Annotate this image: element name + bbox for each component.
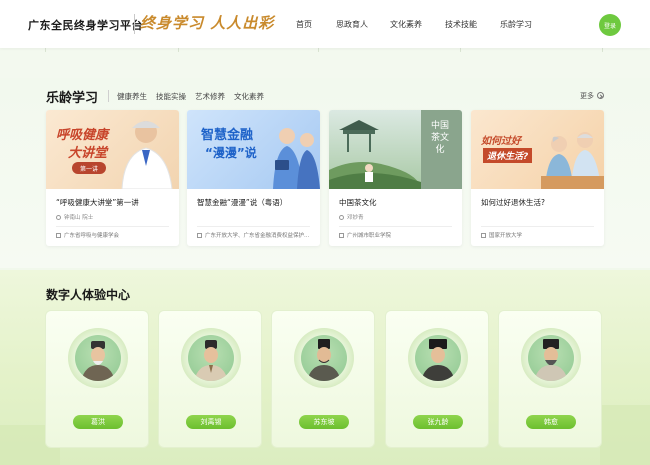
course-card[interactable]: 智慧金融 “漫漫”说 智慧金融“漫漫”说（粤语） 广东开放大学、广东省金融消费权… — [187, 110, 320, 246]
login-button[interactable]: 登录 — [599, 14, 621, 36]
building-icon — [56, 232, 61, 238]
thumb-text: 智慧金融 — [201, 128, 254, 143]
nav-home[interactable]: 首页 — [296, 19, 312, 30]
person-name-button[interactable]: 苏东坡 — [299, 415, 349, 429]
course-thumbnail: 中国茶文化 — [329, 110, 462, 189]
thumb-text: 退休生活? — [483, 148, 533, 163]
person-icon — [339, 214, 344, 220]
more-label: 更多 — [580, 92, 594, 100]
thumb-text: 中国茶文化 — [430, 121, 449, 155]
section-title: 数字人体验中心 — [46, 288, 131, 302]
nav-senior-learning[interactable]: 乐龄学习 — [500, 19, 532, 30]
course-card[interactable]: 如何过好 退休生活? 如何过好退休生活? 国家开放大学 — [471, 110, 604, 246]
author-name: 邓妙青 — [347, 215, 364, 221]
portrait-avatar — [528, 335, 574, 381]
more-link[interactable]: 更多 — [580, 91, 604, 101]
digital-human-card[interactable]: 葛洪 — [45, 310, 149, 448]
site-slogan: 终身学习 人人出彩 — [140, 14, 275, 32]
org-name: 广东开放大学、广东省金融消费权益保护... — [205, 233, 310, 239]
thumb-text: 如何过好 — [481, 136, 521, 147]
scholar-avatar-icon — [534, 339, 568, 381]
org-name: 广东省呼吸与健康学会 — [64, 233, 120, 239]
divider-tick — [460, 48, 461, 52]
course-title: 如何过好退休生活? — [481, 198, 545, 207]
tab-health[interactable]: 健康养生 — [117, 91, 147, 102]
card-divider — [339, 226, 452, 227]
previous-section-edge — [0, 48, 650, 78]
course-org: 广州城市职业学院 — [339, 231, 457, 239]
background-building — [600, 405, 650, 465]
thumb-badge: 第一讲 — [72, 162, 106, 174]
card-divider — [197, 226, 310, 227]
lecturer-illustration — [121, 121, 173, 189]
thumb-text: “漫漫”说 — [205, 146, 257, 160]
scholar-avatar-icon — [194, 340, 228, 381]
digital-human-card[interactable]: 苏东坡 — [271, 310, 375, 448]
tab-culture[interactable]: 文化素养 — [234, 91, 264, 102]
course-author: 邓妙青 — [339, 213, 364, 221]
author-name: 钟南山 院士 — [64, 215, 94, 221]
course-title: 中国茶文化 — [339, 198, 377, 207]
card-divider — [56, 226, 169, 227]
course-card[interactable]: 呼吸健康 大讲堂 第一讲 “呼吸健康大讲堂”第一讲 钟南山 院士 广东省呼吸与健… — [46, 110, 179, 246]
scholar-avatar-icon — [81, 341, 115, 381]
person-icon — [56, 214, 61, 220]
chevron-right-icon — [597, 92, 604, 99]
tab-arts[interactable]: 艺术修养 — [195, 91, 225, 102]
course-title: “呼吸健康大讲堂”第一讲 — [56, 198, 139, 207]
card-divider — [481, 226, 594, 227]
org-name: 国家开放大学 — [489, 233, 523, 239]
person-name-button[interactable]: 张九龄 — [413, 415, 463, 429]
portrait-avatar — [301, 335, 347, 381]
course-thumbnail: 呼吸健康 大讲堂 第一讲 — [46, 110, 179, 189]
building-icon — [197, 232, 202, 238]
thumb-text: 大讲堂 — [68, 146, 108, 161]
digital-human-card[interactable]: 刘禹锡 — [158, 310, 262, 448]
site-title[interactable]: 广东全民终身学习平台 — [28, 17, 143, 33]
portrait-avatar — [75, 335, 121, 381]
digital-human-card[interactable]: 张九龄 — [385, 310, 489, 448]
portrait-avatar — [188, 335, 234, 381]
title-divider — [108, 90, 109, 102]
scholar-avatar-icon — [421, 339, 455, 381]
building-icon — [339, 232, 344, 238]
tab-skill-practice[interactable]: 技能实操 — [156, 91, 186, 102]
course-title: 智慧金融“漫漫”说（粤语） — [197, 198, 288, 207]
logo-divider — [134, 14, 135, 34]
building-icon — [481, 232, 486, 238]
course-thumbnail: 如何过好 退休生活? — [471, 110, 604, 189]
digital-human-card[interactable]: 韩愈 — [498, 310, 602, 448]
divider-tick — [178, 48, 179, 52]
scholar-avatar-icon — [307, 339, 341, 381]
portrait-avatar — [415, 335, 461, 381]
nav-skills[interactable]: 技术技能 — [445, 19, 477, 30]
person-name-button[interactable]: 葛洪 — [73, 415, 123, 429]
top-header: 广东全民终身学习平台 终身学习 人人出彩 首页 思政育人 文化素养 技术技能 乐… — [0, 0, 650, 48]
org-name: 广州城市职业学院 — [347, 233, 392, 239]
thumb-text: 呼吸健康 — [56, 128, 109, 143]
course-org: 广东开放大学、广东省金融消费权益保护... — [197, 231, 315, 239]
course-thumbnail: 智慧金融 “漫漫”说 — [187, 110, 320, 189]
divider-tick — [45, 48, 46, 52]
course-card[interactable]: 中国茶文化 中国茶文化 邓妙青 广州城市职业学院 — [329, 110, 462, 246]
divider-tick — [318, 48, 319, 52]
course-org: 国家开放大学 — [481, 231, 599, 239]
nav-civics[interactable]: 思政育人 — [336, 19, 368, 30]
person-name-button[interactable]: 刘禹锡 — [186, 415, 236, 429]
section-title: 乐龄学习 — [46, 91, 99, 106]
nav-culture[interactable]: 文化素养 — [390, 19, 422, 30]
person-name-button[interactable]: 韩愈 — [526, 415, 576, 429]
course-org: 广东省呼吸与健康学会 — [56, 231, 174, 239]
divider-tick — [602, 48, 603, 52]
course-author: 钟南山 院士 — [56, 213, 93, 221]
